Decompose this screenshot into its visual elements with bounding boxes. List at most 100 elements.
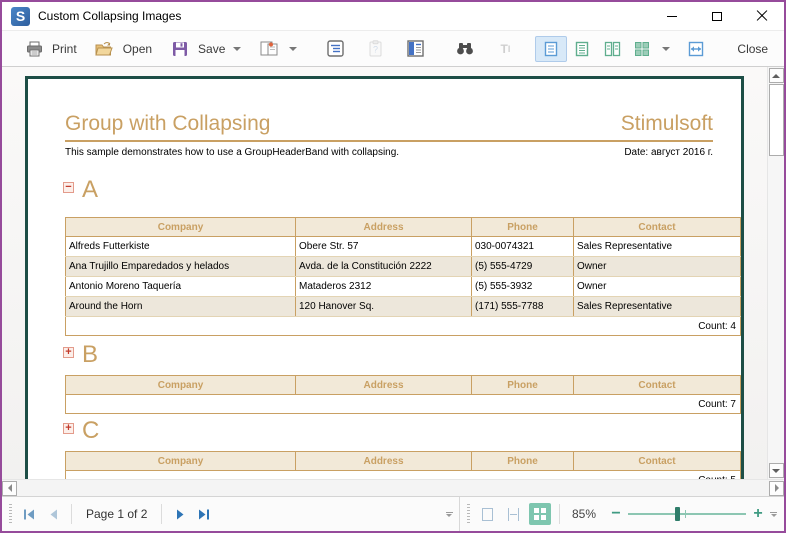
scroll-right-button[interactable] [769, 481, 784, 496]
table-header-row: Company Address Phone Contact [66, 452, 741, 471]
find-binoculars-icon [453, 36, 477, 62]
statusbar-grip[interactable] [467, 504, 470, 524]
report-preview-area[interactable]: Group with Collapsing Stimulsoft This sa… [2, 67, 784, 479]
collapse-toggle-c[interactable]: + [63, 423, 74, 434]
column-header: Contact [574, 452, 741, 471]
last-page-button[interactable] [192, 502, 216, 526]
first-page-icon [23, 509, 35, 520]
text-tool-button[interactable]: TI [485, 32, 525, 66]
group-footer-row: Count: 7 [66, 395, 741, 414]
last-page-icon [198, 509, 210, 520]
maximize-button[interactable] [694, 2, 739, 30]
scroll-up-button[interactable] [769, 68, 784, 83]
vertical-scroll-thumb[interactable] [769, 84, 784, 156]
save-icon [168, 36, 192, 62]
zoom-slider-handle[interactable] [675, 507, 680, 521]
minimize-icon [667, 16, 677, 17]
zoom-percentage: 85% [572, 507, 596, 521]
scroll-left-button[interactable] [2, 481, 17, 496]
zoom-in-button[interactable]: + [748, 505, 768, 523]
parameters-panel-button[interactable]: ? [355, 32, 395, 66]
logo-letter: S [16, 8, 25, 24]
group-table-a: Company Address Phone Contact Alfreds Fu… [65, 217, 741, 336]
bookmarks-panel-icon [323, 36, 347, 62]
vertical-scrollbar[interactable] [767, 67, 784, 479]
export-button[interactable] [249, 32, 305, 66]
open-label: Open [123, 42, 152, 56]
bookmarks-panel-button[interactable] [315, 32, 355, 66]
report-page: Group with Collapsing Stimulsoft This sa… [25, 76, 744, 479]
fit-page-width-button[interactable] [681, 37, 711, 61]
table-row: Antonio Moreno Taquería Mataderos 2312 (… [66, 277, 741, 297]
close-preview-button[interactable]: Close [721, 36, 784, 62]
zoom-out-button[interactable]: − [606, 505, 626, 523]
column-header: Address [296, 452, 472, 471]
save-label: Save [198, 42, 225, 56]
down-arrow-icon [772, 469, 780, 473]
export-icon [257, 36, 281, 62]
close-window-button[interactable] [739, 2, 784, 30]
table-header-row: Company Address Phone Contact [66, 376, 741, 395]
view-single-page-button[interactable] [535, 36, 567, 62]
zoom-page-width-button[interactable] [503, 503, 525, 525]
save-button[interactable]: Save [160, 32, 249, 66]
table-header-row: Company Address Phone Contact [66, 218, 741, 237]
group-header-b: + B [63, 342, 741, 370]
group-footer-row: Count: 4 [66, 317, 741, 336]
collapse-toggle-b[interactable]: + [63, 347, 74, 358]
print-button[interactable]: Print [14, 32, 85, 66]
page-width-icon [507, 508, 520, 521]
group-table-b: Company Address Phone Contact Count: 7 [65, 375, 741, 414]
open-folder-icon [93, 36, 117, 62]
report-brand: Stimulsoft [621, 112, 713, 136]
group-letter-b: B [82, 342, 98, 368]
column-header: Phone [472, 452, 574, 471]
statusbar-grip[interactable] [9, 504, 12, 524]
zoom-multiple-pages-button[interactable] [529, 503, 551, 525]
prev-page-button[interactable] [41, 502, 65, 526]
view-multiple-pages-icon [630, 39, 654, 59]
statusbar-overflow-button[interactable] [444, 512, 455, 517]
export-dropdown-caret-icon [289, 47, 297, 51]
save-dropdown-caret-icon [233, 47, 241, 51]
view-continuous-button[interactable] [567, 37, 597, 61]
next-page-button[interactable] [168, 502, 192, 526]
table-row: Ana Trujillo Emparedados y helados Avda.… [66, 257, 741, 277]
column-header: Phone [472, 218, 574, 237]
prev-page-icon [49, 509, 58, 520]
statusbar-separator [161, 504, 162, 524]
group-count: Count: 7 [66, 395, 741, 414]
group-header-c: + C [63, 418, 741, 446]
open-button[interactable]: Open [85, 32, 160, 66]
column-header: Contact [574, 376, 741, 395]
minimize-button[interactable] [649, 2, 694, 30]
window-controls [649, 2, 784, 30]
zoom-one-page-button[interactable] [477, 503, 499, 525]
printer-icon [22, 36, 46, 62]
collapse-toggle-a[interactable]: − [63, 182, 74, 193]
horizontal-scrollbar[interactable] [2, 479, 784, 496]
close-icon [756, 10, 768, 22]
maximize-icon [712, 12, 722, 21]
zoom-slider[interactable] [628, 506, 746, 522]
scroll-down-button[interactable] [769, 463, 784, 478]
view-continuous-icon [570, 39, 594, 59]
report-subtitle: This sample demonstrates how to use a Gr… [65, 147, 399, 158]
fit-page-width-icon [684, 39, 708, 59]
main-toolbar: Print Open Save [2, 30, 784, 67]
find-button[interactable] [445, 32, 485, 66]
page-indicator: Page 1 of 2 [86, 507, 147, 521]
statusbar: Page 1 of 2 85% − [2, 496, 784, 531]
first-page-button[interactable] [17, 502, 41, 526]
group-letter-a: A [82, 177, 98, 203]
app-window: S Custom Collapsing Images Print Open [0, 0, 786, 533]
editor-button[interactable] [395, 32, 435, 66]
zoom-slider-track[interactable] [628, 513, 746, 515]
table-row: Alfreds Futterkiste Obere Str. 57 030-00… [66, 237, 741, 257]
editor-icon [403, 36, 427, 62]
statusbar-overflow-button[interactable] [768, 512, 779, 517]
group-footer-row: Count: 5 [66, 471, 741, 480]
view-multiple-pages-button[interactable] [627, 37, 673, 61]
report-date: Date: август 2016 г. [624, 147, 713, 158]
view-two-pages-button[interactable] [597, 37, 627, 61]
